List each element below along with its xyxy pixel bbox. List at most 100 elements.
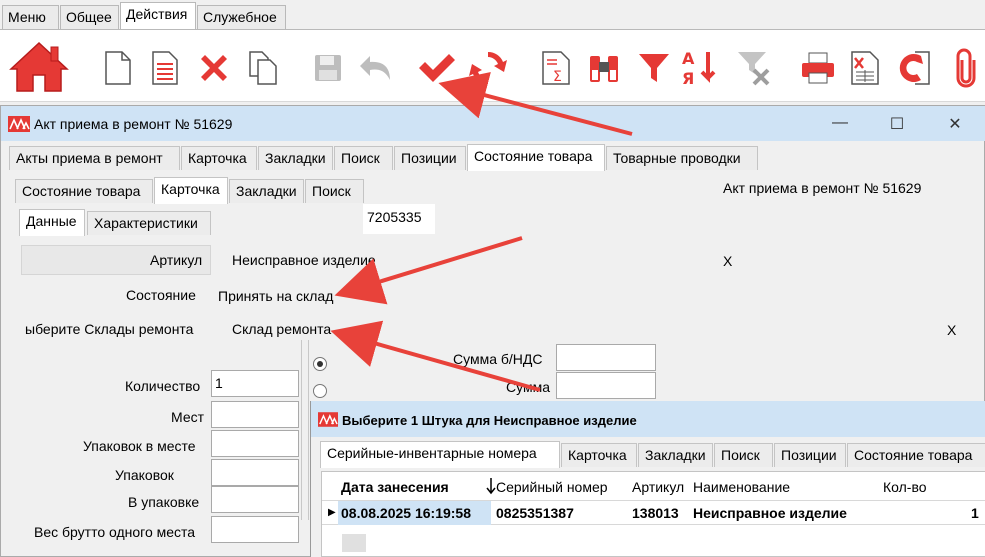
refresh-icon[interactable] xyxy=(468,46,508,90)
sum-field[interactable] xyxy=(556,372,656,399)
packs-label: Упаковок xyxy=(115,467,174,483)
svg-text:Я: Я xyxy=(682,69,694,88)
sort-az-icon[interactable]: AЯ xyxy=(680,46,720,90)
menu-tab-service[interactable]: Служебное xyxy=(197,5,286,30)
horizontal-scrollbar-thumb[interactable] xyxy=(342,534,366,552)
sum-label: Сумма xyxy=(506,379,550,395)
subtab-bookmarks[interactable]: Закладки xyxy=(229,179,304,203)
home-icon[interactable] xyxy=(8,38,70,94)
exit-icon[interactable] xyxy=(893,46,933,90)
sum-without-vat-label: Сумма б/НДС xyxy=(453,351,543,367)
serials-grid: Дата занесения Серийный номер Артикул На… xyxy=(321,471,985,557)
article-clear-button[interactable]: X xyxy=(723,253,732,269)
inner-tab-characteristics[interactable]: Характеристики xyxy=(87,211,211,235)
col-header-qty[interactable]: Кол-во xyxy=(883,479,927,495)
dialog-logo-icon xyxy=(318,412,338,430)
attach-icon[interactable] xyxy=(946,46,985,90)
dialog-tab-card[interactable]: Карточка xyxy=(561,443,637,467)
delete-icon[interactable] xyxy=(194,46,234,90)
row-name[interactable]: Неисправное изделие xyxy=(693,505,847,521)
copy-icon[interactable] xyxy=(244,46,284,90)
places-label: Мест xyxy=(171,409,205,425)
col-header-serial[interactable]: Серийный номер xyxy=(496,479,608,495)
excel-icon[interactable] xyxy=(845,46,885,90)
radio-selected[interactable] xyxy=(312,356,328,375)
act-header-text: Акт приема в ремонт № 51629 xyxy=(723,180,922,196)
packs-per-place-field[interactable] xyxy=(211,430,299,457)
menu-tab-menu[interactable]: Меню xyxy=(2,5,59,30)
menu-bar: Меню Общее Действия Служебное xyxy=(0,0,985,31)
warehouse-clear-button[interactable]: X xyxy=(947,322,956,338)
state-label: Состояние xyxy=(126,287,196,303)
save-icon[interactable] xyxy=(308,46,348,90)
gross-weight-label: Вес брутто одного места xyxy=(34,524,196,540)
dialog-tab-positions[interactable]: Позиции xyxy=(774,443,846,467)
packs-per-place-label: Упаковок в месте xyxy=(83,438,196,454)
tab-goods-state[interactable]: Состояние товара xyxy=(467,144,605,171)
tab-bookmarks[interactable]: Закладки xyxy=(258,146,333,170)
dialog-tab-bookmarks[interactable]: Закладки xyxy=(638,443,713,467)
code-value: 7205335 xyxy=(363,204,435,234)
packs-field[interactable] xyxy=(211,459,299,486)
toolbar: Σ AЯ xyxy=(0,29,985,102)
menu-tab-actions[interactable]: Действия xyxy=(120,2,196,31)
tab-acts[interactable]: Акты приема в ремонт xyxy=(9,146,180,170)
maximize-button[interactable]: ☐ xyxy=(885,114,909,134)
print-icon[interactable] xyxy=(798,46,838,90)
inner-tab-data[interactable]: Данные xyxy=(19,209,85,236)
dialog-tab-serials[interactable]: Серийные-инвентарные номера xyxy=(320,441,560,468)
minimize-button[interactable]: — xyxy=(828,114,852,134)
warehouse-label: ыберите Склады ремонта xyxy=(25,321,194,337)
vertical-splitter[interactable] xyxy=(301,340,309,520)
dialog-tab-goods-state[interactable]: Состояние товара xyxy=(847,443,985,467)
in-pack-field[interactable] xyxy=(211,486,299,513)
row-serial[interactable]: 0825351387 xyxy=(496,505,574,521)
quantity-label: Количество xyxy=(125,378,201,394)
dialog-tab-search[interactable]: Поиск xyxy=(714,443,773,467)
serial-dialog-title: Выберите 1 Штука для Неисправное изделие xyxy=(342,413,637,428)
sum-without-vat-field[interactable] xyxy=(556,344,656,371)
subtab-goods-state[interactable]: Состояние товара xyxy=(15,179,153,203)
close-button[interactable]: ✕ xyxy=(943,114,967,134)
new-doc-icon[interactable] xyxy=(98,46,138,90)
subtab-card[interactable]: Карточка xyxy=(154,177,228,204)
serial-dialog-title-bar: Выберите 1 Штука для Неисправное изделие xyxy=(311,401,985,437)
tab-search[interactable]: Поиск xyxy=(334,146,393,170)
article-label: Артикул xyxy=(150,252,203,268)
radio-unselected[interactable] xyxy=(312,383,328,402)
gross-weight-field[interactable] xyxy=(211,516,299,543)
row-qty[interactable]: 1 xyxy=(971,505,979,521)
in-pack-label: В упаковке xyxy=(128,494,200,510)
undo-icon[interactable] xyxy=(356,46,396,90)
warehouse-value[interactable]: Склад ремонта xyxy=(232,321,331,337)
col-header-article[interactable]: Артикул xyxy=(632,479,684,495)
tab-goods-transactions[interactable]: Товарные проводки xyxy=(606,146,758,170)
svg-text:A: A xyxy=(682,49,695,68)
check-icon[interactable] xyxy=(417,46,457,90)
app-logo-icon xyxy=(8,116,30,135)
article-value[interactable]: Неисправное изделие xyxy=(232,252,376,268)
sum-icon[interactable]: Σ xyxy=(536,46,576,90)
table-row[interactable]: ▶ 08.08.2025 16:19:58 0825351387 138013 … xyxy=(322,500,985,525)
tab-card[interactable]: Карточка xyxy=(181,146,257,170)
row-pointer-icon: ▶ xyxy=(328,507,336,518)
act-window-title: Акт приема в ремонт № 51629 xyxy=(34,116,233,132)
clear-filter-icon[interactable] xyxy=(734,46,774,90)
binoculars-icon[interactable] xyxy=(584,46,624,90)
row-article[interactable]: 138013 xyxy=(632,505,679,521)
quantity-field[interactable]: 1 xyxy=(211,370,299,397)
state-value[interactable]: Принять на склад xyxy=(218,288,333,304)
svg-text:Σ: Σ xyxy=(553,69,562,85)
col-header-date[interactable]: Дата занесения xyxy=(341,479,449,495)
col-header-name[interactable]: Наименование xyxy=(693,479,790,495)
row-date[interactable]: 08.08.2025 16:19:58 xyxy=(341,505,471,521)
menu-tab-general[interactable]: Общее xyxy=(60,5,119,30)
serial-select-dialog: Выберите 1 Штука для Неисправное изделие… xyxy=(310,401,985,557)
tab-positions[interactable]: Позиции xyxy=(394,146,466,170)
doc-list-icon[interactable] xyxy=(145,46,185,90)
sort-down-icon xyxy=(486,477,496,498)
places-field[interactable] xyxy=(211,401,299,428)
filter-icon[interactable] xyxy=(634,46,674,90)
act-window-title-bar: Акт приема в ремонт № 51629 — ☐ ✕ xyxy=(1,106,985,141)
subtab-search[interactable]: Поиск xyxy=(305,179,364,203)
